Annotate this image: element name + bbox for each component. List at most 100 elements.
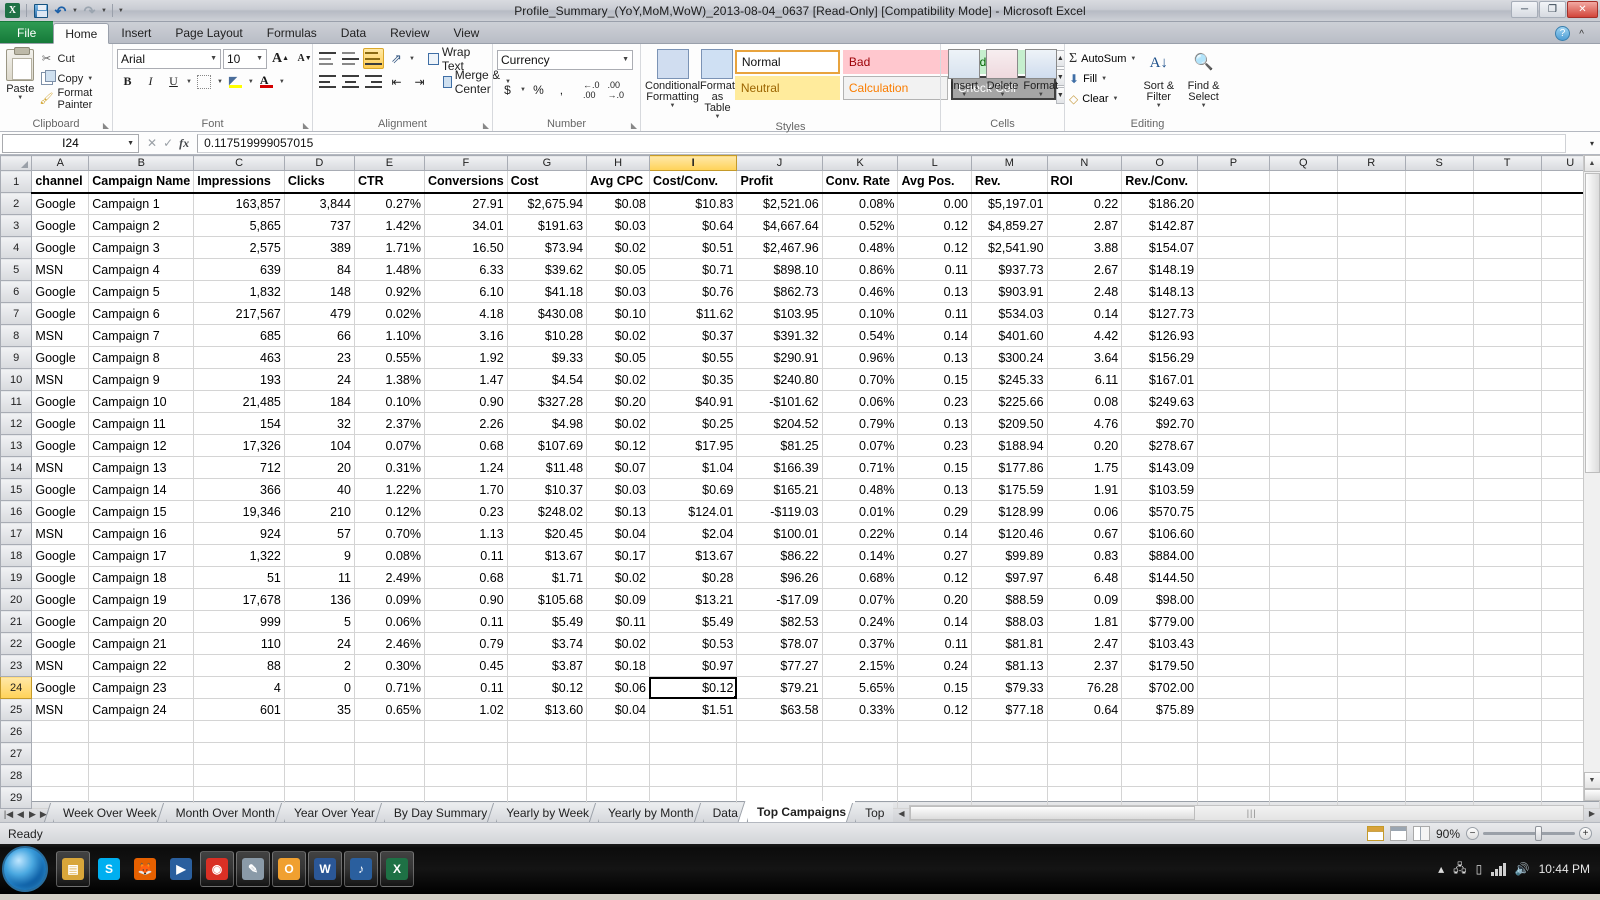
column-title-t[interactable] [1473, 171, 1541, 193]
cell-H10[interactable]: $0.02 [587, 369, 650, 391]
cell-J26[interactable] [737, 721, 822, 743]
column-header-p[interactable]: P [1198, 156, 1270, 171]
cell-N26[interactable] [1047, 721, 1122, 743]
cell-D26[interactable] [284, 721, 354, 743]
cell-A17[interactable]: MSN [32, 523, 89, 545]
cell-I20[interactable]: $13.21 [649, 589, 736, 611]
row-header-7[interactable]: 7 [1, 303, 32, 325]
select-all-corner[interactable] [1, 156, 32, 171]
column-header-n[interactable]: N [1047, 156, 1122, 171]
table-row[interactable]: 11GoogleCampaign 1021,4851840.10%0.90$32… [1, 391, 1600, 413]
cell-style-calculation[interactable]: Calculation [843, 76, 948, 100]
table-row[interactable]: 12GoogleCampaign 11154322.37%2.26$4.98$0… [1, 413, 1600, 435]
taskbar-explorer-icon[interactable]: ▤ [56, 851, 90, 887]
column-title-k[interactable]: Conv. Rate [822, 171, 898, 193]
cell-T27[interactable] [1473, 743, 1541, 765]
cell-S14[interactable] [1405, 457, 1473, 479]
cell-M28[interactable] [972, 765, 1048, 787]
cell-M2[interactable]: $5,197.01 [972, 193, 1048, 215]
minimize-button[interactable]: ─ [1511, 1, 1538, 18]
cell-D23[interactable]: 2 [284, 655, 354, 677]
cell-H5[interactable]: $0.05 [587, 259, 650, 281]
cell-C26[interactable] [194, 721, 285, 743]
cell-Q3[interactable] [1269, 215, 1337, 237]
cell-M20[interactable]: $88.59 [972, 589, 1048, 611]
cell-B11[interactable]: Campaign 10 [89, 391, 194, 413]
cell-F26[interactable] [424, 721, 507, 743]
cell-K17[interactable]: 0.22% [822, 523, 898, 545]
cell-I17[interactable]: $2.04 [649, 523, 736, 545]
column-header-d[interactable]: D [284, 156, 354, 171]
cell-I25[interactable]: $1.51 [649, 699, 736, 721]
cell-R12[interactable] [1337, 413, 1405, 435]
cell-K3[interactable]: 0.52% [822, 215, 898, 237]
cell-S5[interactable] [1405, 259, 1473, 281]
cell-N7[interactable]: 0.14 [1047, 303, 1122, 325]
cell-K6[interactable]: 0.46% [822, 281, 898, 303]
cell-Q23[interactable] [1269, 655, 1337, 677]
cell-G25[interactable]: $13.60 [507, 699, 586, 721]
cell-M25[interactable]: $77.18 [972, 699, 1048, 721]
cell-S23[interactable] [1405, 655, 1473, 677]
cell-G26[interactable] [507, 721, 586, 743]
cell-T10[interactable] [1473, 369, 1541, 391]
cell-E5[interactable]: 1.48% [354, 259, 424, 281]
cell-C25[interactable]: 601 [194, 699, 285, 721]
cell-O5[interactable]: $148.19 [1122, 259, 1198, 281]
column-header-a[interactable]: A [32, 156, 89, 171]
cell-P27[interactable] [1198, 743, 1270, 765]
cell-F22[interactable]: 0.79 [424, 633, 507, 655]
cell-H12[interactable]: $0.02 [587, 413, 650, 435]
cell-J4[interactable]: $2,467.96 [737, 237, 822, 259]
row-header-18[interactable]: 18 [1, 545, 32, 567]
cell-B26[interactable] [89, 721, 194, 743]
paste-dropdown-icon[interactable]: ▼ [17, 95, 23, 101]
cell-C14[interactable]: 712 [194, 457, 285, 479]
alignment-dialog-launcher-icon[interactable]: ◣ [483, 121, 489, 130]
column-header-k[interactable]: K [822, 156, 898, 171]
cell-A14[interactable]: MSN [32, 457, 89, 479]
cell-L20[interactable]: 0.20 [898, 589, 972, 611]
cell-N3[interactable]: 2.87 [1047, 215, 1122, 237]
cell-H15[interactable]: $0.03 [587, 479, 650, 501]
expand-formula-bar-icon[interactable]: ▾ [1584, 139, 1600, 148]
sheet-tab-yearly-by-month[interactable]: Yearly by Month [598, 803, 703, 822]
tab-view[interactable]: View [442, 22, 492, 43]
volume-icon[interactable]: 🔊 [1515, 862, 1530, 876]
cell-C28[interactable] [194, 765, 285, 787]
cell-O13[interactable]: $278.67 [1122, 435, 1198, 457]
name-box[interactable]: I24 ▼ [2, 134, 139, 153]
cell-K7[interactable]: 0.10% [822, 303, 898, 325]
cell-F6[interactable]: 6.10 [424, 281, 507, 303]
cell-M21[interactable]: $88.03 [972, 611, 1048, 633]
cell-J10[interactable]: $240.80 [737, 369, 822, 391]
cell-I7[interactable]: $11.62 [649, 303, 736, 325]
column-title-d[interactable]: Clicks [284, 171, 354, 193]
cell-E4[interactable]: 1.71% [354, 237, 424, 259]
row-header-2[interactable]: 2 [1, 193, 32, 215]
cell-L7[interactable]: 0.11 [898, 303, 972, 325]
cell-A25[interactable]: MSN [32, 699, 89, 721]
horizontal-scroll-area[interactable]: ◀ ||| ▶ [893, 805, 1600, 822]
cell-S24[interactable] [1405, 677, 1473, 699]
cell-M16[interactable]: $128.99 [972, 501, 1048, 523]
column-title-c[interactable]: Impressions [194, 171, 285, 193]
cell-M23[interactable]: $81.13 [972, 655, 1048, 677]
cell-G14[interactable]: $11.48 [507, 457, 586, 479]
row-header-16[interactable]: 16 [1, 501, 32, 523]
clipboard-dialog-launcher-icon[interactable]: ◣ [103, 121, 109, 130]
borders-button[interactable] [194, 71, 215, 92]
taskbar-word-icon[interactable]: W [308, 851, 342, 887]
cell-A12[interactable]: Google [32, 413, 89, 435]
table-row[interactable]: 27 [1, 743, 1600, 765]
cell-P15[interactable] [1198, 479, 1270, 501]
cell-A3[interactable]: Google [32, 215, 89, 237]
font-name-input[interactable]: Arial ▼ [117, 49, 221, 69]
font-size-input[interactable]: 10 ▼ [223, 49, 267, 69]
cell-H4[interactable]: $0.02 [587, 237, 650, 259]
column-title-n[interactable]: ROI [1047, 171, 1122, 193]
cell-K10[interactable]: 0.70% [822, 369, 898, 391]
cell-S12[interactable] [1405, 413, 1473, 435]
cell-D2[interactable]: 3,844 [284, 193, 354, 215]
scroll-down-icon[interactable]: ▼ [1584, 772, 1600, 789]
